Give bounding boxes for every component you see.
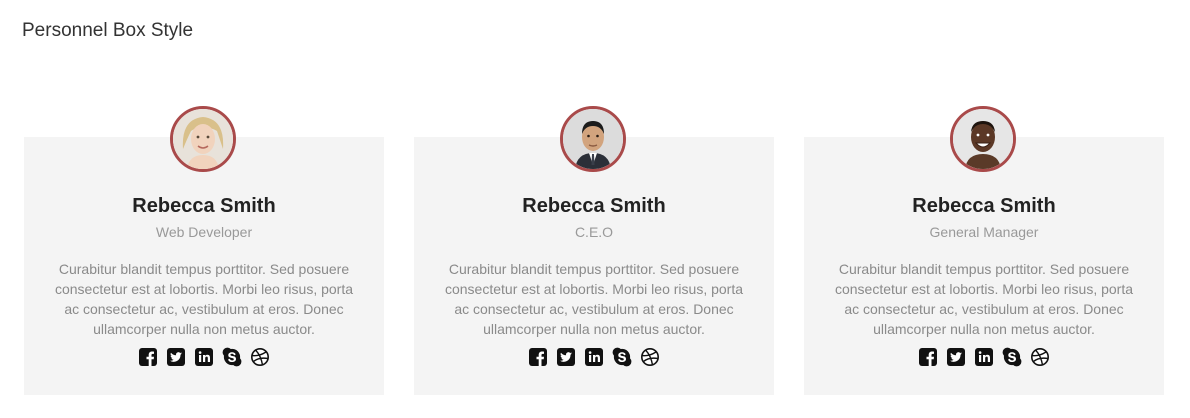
social-links <box>804 347 1164 367</box>
person-bio: Curabitur blandit tempus porttitor. Sed … <box>444 261 744 337</box>
twitter-icon[interactable] <box>556 347 576 367</box>
skype-icon[interactable] <box>612 347 632 367</box>
linkedin-icon[interactable] <box>584 347 604 367</box>
facebook-icon[interactable] <box>138 347 158 367</box>
avatar-man-suit-icon <box>563 109 623 169</box>
personnel-cards: Rebecca Smith Web Developer Curabitur bl… <box>24 106 1164 395</box>
avatar <box>560 106 626 172</box>
skype-icon[interactable] <box>1002 347 1022 367</box>
linkedin-icon[interactable] <box>974 347 994 367</box>
skype-icon[interactable] <box>222 347 242 367</box>
person-name: Rebecca Smith <box>522 195 666 217</box>
avatar <box>170 106 236 172</box>
dribbble-icon[interactable] <box>250 347 270 367</box>
person-role: General Manager <box>929 224 1039 240</box>
person-bio: Curabitur blandit tempus porttitor. Sed … <box>54 261 354 337</box>
person-name: Rebecca Smith <box>912 195 1056 217</box>
facebook-icon[interactable] <box>918 347 938 367</box>
person-name: Rebecca Smith <box>132 195 276 217</box>
dribbble-icon[interactable] <box>640 347 660 367</box>
personnel-card: Rebecca Smith C.E.O Curabitur blandit te… <box>414 106 774 395</box>
twitter-icon[interactable] <box>946 347 966 367</box>
avatar-man-smiling-icon <box>953 109 1013 169</box>
dribbble-icon[interactable] <box>1030 347 1050 367</box>
person-bio: Curabitur blandit tempus porttitor. Sed … <box>834 261 1134 337</box>
facebook-icon[interactable] <box>528 347 548 367</box>
person-role: C.E.O <box>574 224 614 240</box>
social-links <box>24 347 384 367</box>
avatar <box>950 106 1016 172</box>
social-links <box>414 347 774 367</box>
page-title: Personnel Box Style <box>22 20 194 41</box>
personnel-card: Rebecca Smith Web Developer Curabitur bl… <box>24 106 384 395</box>
avatar-woman-icon <box>173 109 233 169</box>
twitter-icon[interactable] <box>166 347 186 367</box>
person-role: Web Developer <box>155 224 253 240</box>
personnel-card: Rebecca Smith General Manager Curabitur … <box>804 106 1164 395</box>
linkedin-icon[interactable] <box>194 347 214 367</box>
